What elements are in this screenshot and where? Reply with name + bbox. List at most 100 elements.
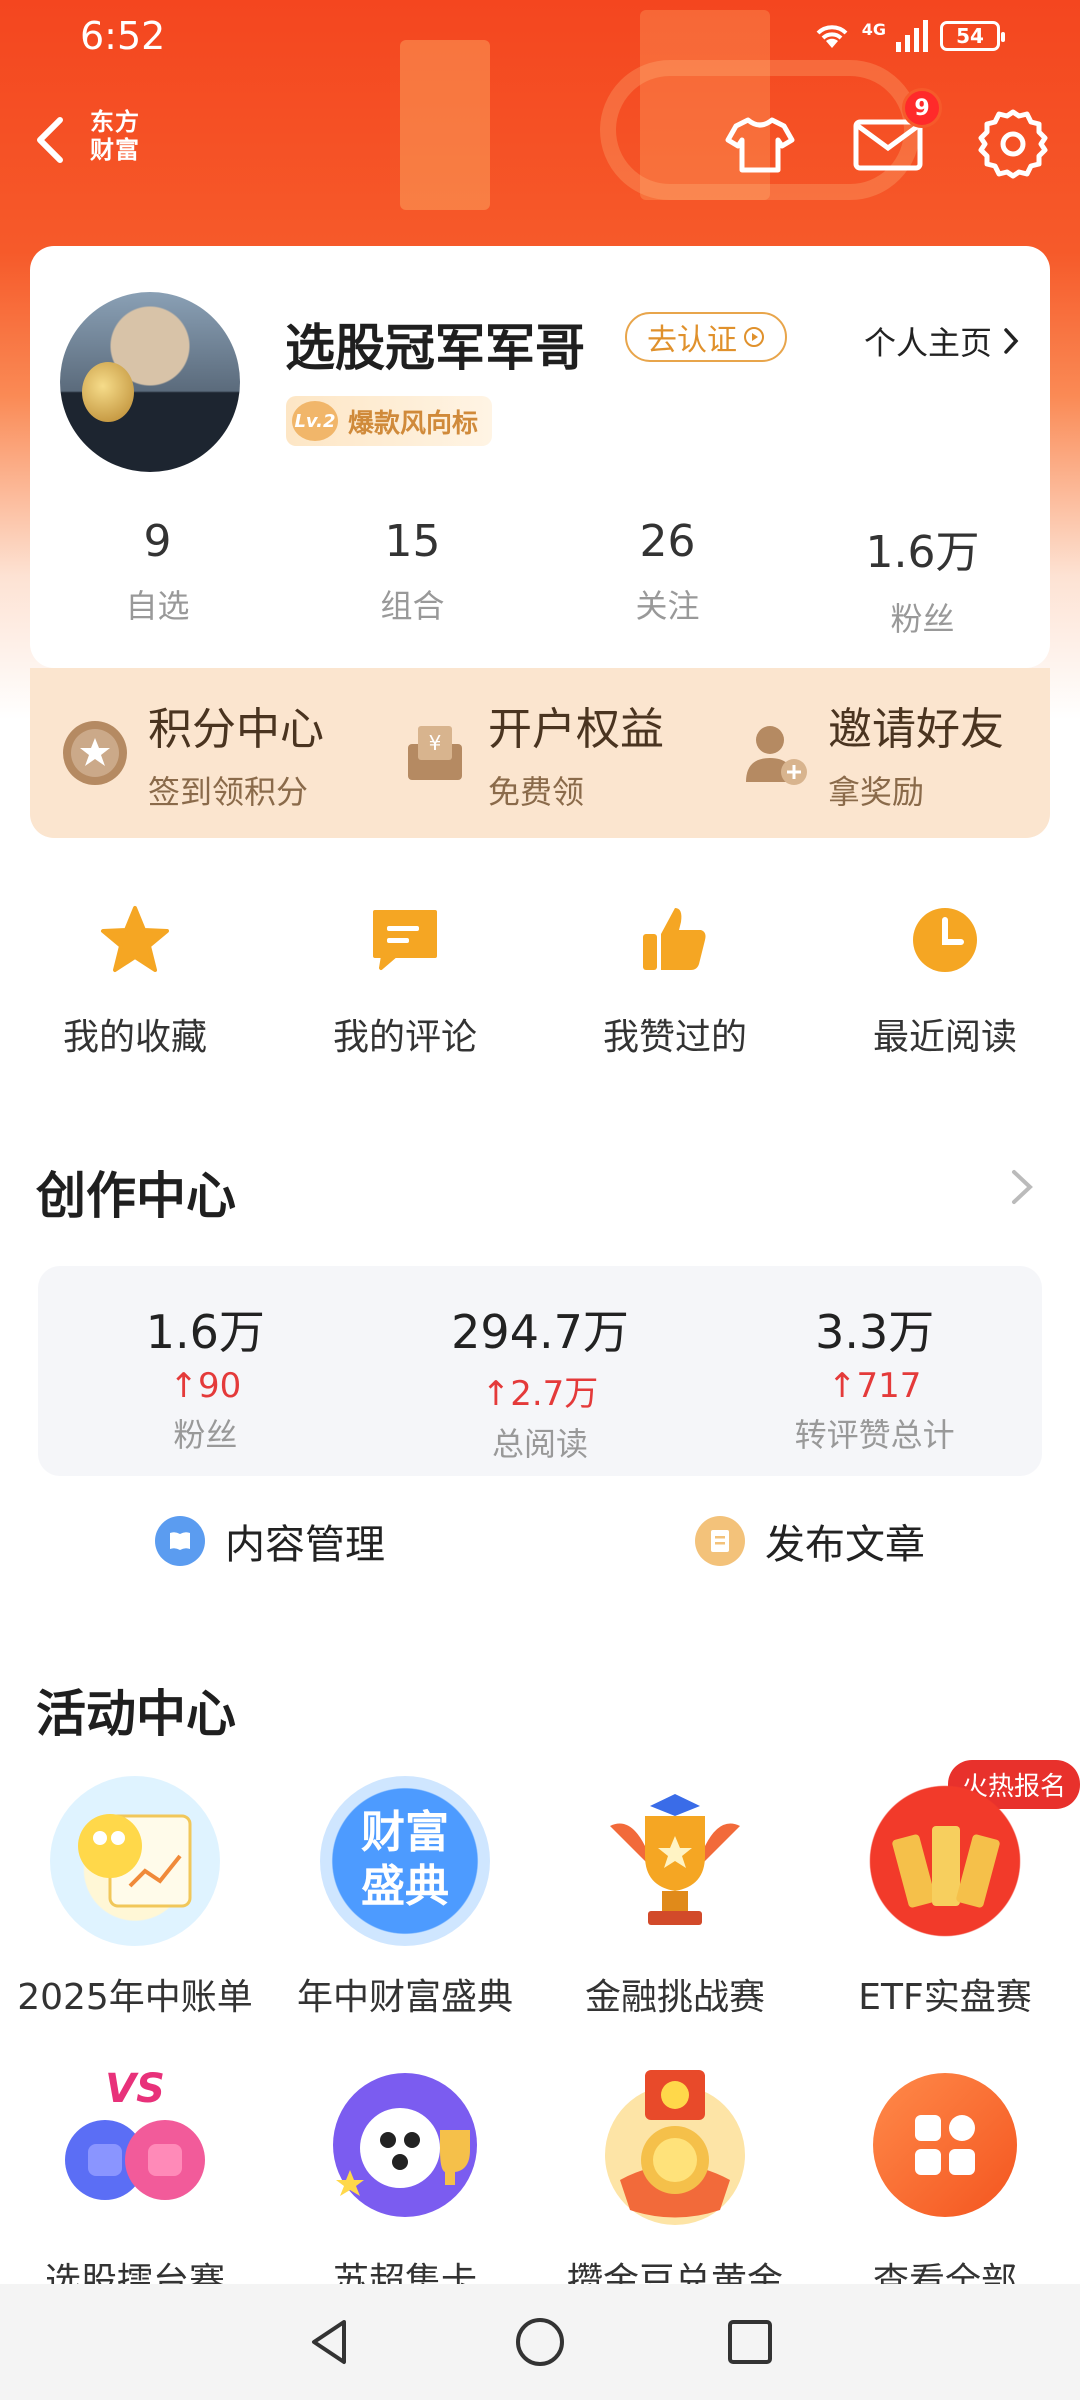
publish-article-button[interactable]: 发布文章: [540, 1512, 1080, 1570]
star-icon: [101, 906, 169, 972]
battery-level: 54: [956, 24, 984, 48]
quick-label: 最近阅读: [872, 1017, 1017, 1058]
activity-center-title: 活动中心: [36, 1685, 236, 1743]
signal-icon: [896, 20, 928, 52]
network-type: 4G: [861, 20, 886, 39]
creation-stat-label: 粉丝: [173, 1416, 238, 1454]
quick-liked[interactable]: 我赞过的: [540, 900, 810, 1060]
publish-article-icon: [695, 1516, 745, 1566]
perk-invite-friends[interactable]: 邀请好友 拿奖励: [710, 693, 1050, 813]
activity-label: 年中财富盛典: [296, 1977, 513, 2018]
profile-stats: 9 自选 15 组合 26 关注 1.6万粉丝: [30, 516, 1050, 640]
activity-su-league-cards[interactable]: 苏超集卡: [270, 2060, 540, 2304]
status-time: 6:52: [80, 14, 166, 58]
delta-value: 2.7万: [510, 1374, 599, 1414]
finance-challenge-image: [590, 1776, 760, 1946]
chevron-right-icon[interactable]: [1004, 1162, 1040, 1212]
creation-stat-delta: ↑717: [707, 1366, 1042, 1406]
stock-arena-image: VS: [50, 2060, 220, 2230]
invite-icon: [746, 726, 807, 785]
nav-back-icon[interactable]: [300, 2312, 360, 2372]
perk-subtitle: 签到领积分: [148, 773, 309, 811]
quick-links: 我的收藏 我的评论 我赞过的 最近阅读: [0, 900, 1080, 1060]
stat-followers[interactable]: 1.6万粉丝: [795, 516, 1050, 640]
arena-vs-text: VS: [105, 2066, 165, 2112]
thumbs-up-icon: [643, 908, 706, 970]
verify-button[interactable]: 去认证: [625, 312, 787, 362]
activity-gold-beans[interactable]: 攒金豆兑黄金: [540, 2060, 810, 2304]
content-manage-button[interactable]: 内容管理: [0, 1512, 540, 1570]
perks-banner: 积分中心签到领积分 ¥ 开户权益免费领 邀请好友拿奖励: [30, 668, 1050, 838]
grid-icon: [873, 2073, 1017, 2217]
mail-badge: 9: [902, 88, 942, 128]
homepage-label: 个人主页: [863, 324, 992, 362]
midyear-bill-image: [50, 1776, 220, 1946]
stat-value: 1.6万: [865, 527, 980, 578]
stat-value: 9: [143, 516, 172, 567]
perk-title: 积分中心: [148, 704, 324, 755]
content-manage-icon: [155, 1516, 205, 1566]
brand-logo: 东方 财富: [90, 108, 140, 164]
creation-stat-label: 总阅读: [492, 1425, 589, 1463]
level-badge[interactable]: Lv.2 爆款风向标: [286, 396, 493, 446]
profile-card: 选股冠军军哥 去认证 个人主页 Lv.2 爆款风向标 9 自选 15 组合 26 关注…: [30, 246, 1050, 668]
stat-label: 自选: [125, 587, 190, 625]
perk-subtitle: 免费领: [488, 773, 585, 811]
back-icon[interactable]: [22, 108, 82, 172]
perk-subtitle: 拿奖励: [828, 773, 925, 811]
brand-line1: 东方: [90, 108, 140, 136]
etf-trading-image: [860, 1776, 1030, 1946]
creation-stat-followers: 1.6万 ↑90 粉丝: [38, 1266, 373, 1476]
perk-points-center[interactable]: 积分中心 签到领积分: [30, 693, 370, 813]
activity-label: ETF实盘赛: [858, 1977, 1032, 2018]
quick-favorites[interactable]: 我的收藏: [0, 900, 270, 1060]
activity-midyear-bill[interactable]: 2025年中账单: [0, 1776, 270, 2020]
activity-wealth-gala[interactable]: 财富盛典 年中财富盛典: [270, 1776, 540, 2020]
creation-stat-delta: ↑2.7万: [373, 1366, 708, 1415]
play-arrow-icon: [744, 327, 764, 347]
nav-home-icon[interactable]: [510, 2312, 570, 2372]
level-title: 爆款风向标: [348, 408, 479, 439]
delta-value: 717: [856, 1366, 922, 1406]
activity-finance-challenge[interactable]: 金融挑战赛: [540, 1776, 810, 2020]
stat-value: 15: [384, 516, 441, 567]
stat-label: 粉丝: [890, 600, 955, 638]
stat-portfolios[interactable]: 15 组合: [285, 516, 540, 640]
avatar[interactable]: [60, 292, 240, 472]
stat-following[interactable]: 26 关注: [540, 516, 795, 640]
activity-view-all[interactable]: 查看全部: [810, 2060, 1080, 2304]
status-bar: 6:52 4G 54: [0, 0, 1080, 80]
points-icon: [63, 721, 127, 785]
activity-label: 2025年中账单: [17, 1977, 253, 2018]
comment-icon: [373, 910, 437, 970]
svg-text:¥: ¥: [429, 731, 442, 755]
gear-icon[interactable]: [975, 106, 1051, 182]
brand-line2: 财富: [90, 136, 140, 164]
wealth-gala-art-text: 财富盛典: [361, 1807, 449, 1912]
perk-title: 开户权益: [488, 704, 664, 755]
perk-account-benefits[interactable]: ¥ 开户权益免费领: [370, 693, 710, 813]
perk-title: 邀请好友: [828, 704, 1004, 755]
creation-stat-label: 转评赞总计: [794, 1416, 955, 1454]
shirt-icon[interactable]: [722, 106, 798, 182]
creation-stat-reads: 294.7万 ↑2.7万 总阅读: [373, 1266, 708, 1476]
activity-label: 金融挑战赛: [584, 1977, 765, 2018]
homepage-link[interactable]: 个人主页: [864, 318, 1020, 364]
nav-recents-icon[interactable]: [720, 2312, 780, 2372]
action-label: 发布文章: [765, 1522, 925, 1568]
creation-stats[interactable]: 1.6万 ↑90 粉丝 294.7万 ↑2.7万 总阅读 3.3万 ↑717 转…: [38, 1266, 1042, 1476]
arrow-up-icon: ↑: [827, 1366, 857, 1406]
quick-comments[interactable]: 我的评论: [270, 900, 540, 1060]
creation-stat-value: 1.6万: [145, 1305, 265, 1359]
su-league-image: [320, 2060, 490, 2230]
level-icon: Lv.2: [292, 401, 338, 441]
activity-etf-trading[interactable]: 火热报名 ETF实盘赛: [810, 1760, 1080, 2020]
quick-label: 我的收藏: [62, 1017, 207, 1058]
activity-stock-arena[interactable]: VS 选股擂台赛: [0, 2060, 270, 2304]
action-label: 内容管理: [225, 1522, 385, 1568]
stat-label: 关注: [635, 587, 700, 625]
stat-watchlist[interactable]: 9 自选: [30, 516, 285, 640]
verify-label: 去认证: [647, 323, 737, 358]
activity-row-2: VS 选股擂台赛 苏超集卡 攒金豆兑黄金 查看全部: [0, 2060, 1080, 2304]
quick-recent-reads[interactable]: 最近阅读: [810, 900, 1080, 1060]
